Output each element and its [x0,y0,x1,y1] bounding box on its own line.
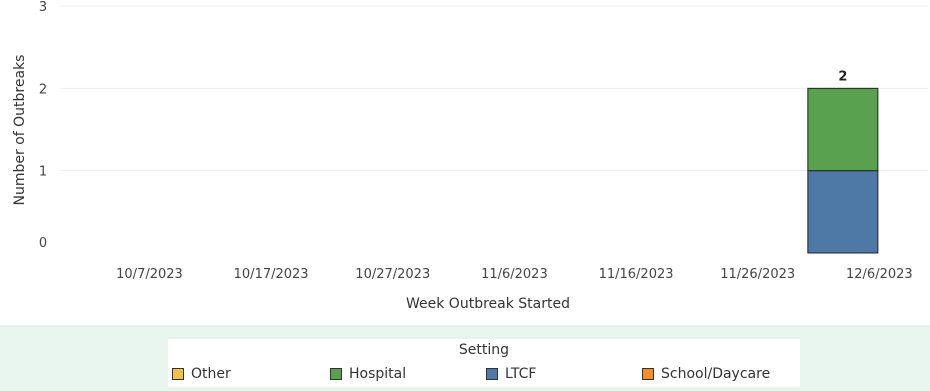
x-tick-label: 12/6/2023 [846,267,913,282]
y-tick-label: 3 [39,0,47,15]
y-axis-label: Number of Outbreaks [12,55,28,206]
legend-label-ltcf: LTCF [505,366,537,382]
legend-item-ltcf[interactable]: LTCF [486,365,536,383]
legend-item-hospital[interactable]: Hospital [330,365,406,383]
y-tick-label: 0 [39,236,47,251]
legend: Setting Other Hospital LTCF School/Dayca… [168,339,800,387]
legend-swatch-other [172,368,184,380]
x-axis-label: Week Outbreak Started [406,296,570,312]
legend-title: Setting [458,342,510,358]
y-axis-ticks: 0 1 2 3 [39,0,47,251]
bar-segment-ltcf[interactable] [807,170,879,254]
legend-item-other[interactable]: Other [172,365,231,383]
bars: 2 [807,69,879,254]
legend-swatch-school-daycare [642,368,654,380]
x-axis-ticks: 10/7/2023 10/17/2023 10/27/2023 11/6/2023 11… [116,267,913,282]
legend-area: Setting Other Hospital LTCF School/Dayca… [0,325,930,391]
legend-label-other: Other [191,366,231,382]
x-tick-label: 11/26/2023 [720,267,795,282]
gridlines [60,5,928,172]
bar-total-label: 2 [838,69,847,84]
legend-label-school-daycare: School/Daycare [661,366,771,382]
x-tick-label: 10/7/2023 [116,267,183,282]
y-tick-label: 1 [39,165,47,180]
x-tick-label: 11/6/2023 [481,267,548,282]
bar-segment-hospital[interactable] [807,87,879,172]
x-tick-label: 10/17/2023 [234,267,309,282]
legend-swatch-hospital [330,368,342,380]
y-tick-label: 2 [39,82,47,97]
x-tick-label: 10/27/2023 [355,267,430,282]
outbreak-chart: 0 1 2 3 10/7/2023 10/17/2023 10/27/2023 11/6/2… [12,0,928,312]
legend-label-hospital: Hospital [349,366,407,382]
x-tick-label: 11/16/2023 [599,267,674,282]
legend-item-school-daycare[interactable]: School/Daycare [642,365,770,383]
legend-swatch-ltcf [486,368,498,380]
